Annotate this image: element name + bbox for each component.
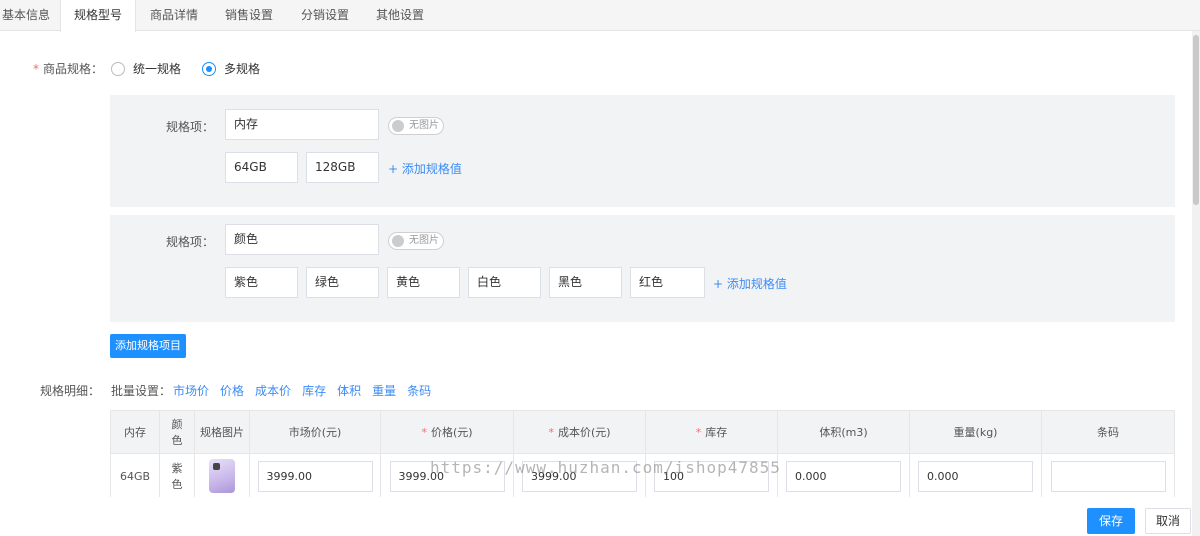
spec-value-input[interactable]: 黄色	[387, 267, 460, 298]
batch-stock-link[interactable]: 库存	[302, 382, 326, 399]
radio-circle[interactable]	[111, 61, 125, 76]
cell-color: 紫色	[160, 454, 195, 499]
batch-volume-link[interactable]: 体积	[337, 382, 361, 399]
phone-thumbnail-icon[interactable]	[209, 459, 235, 493]
spec-value-input[interactable]: 绿色	[306, 267, 379, 298]
spec-value-input[interactable]: 64GB	[225, 152, 298, 183]
tab-other-settings[interactable]: 其他设置	[366, 0, 434, 31]
table-header-cell: * 成本价(元)	[514, 411, 646, 454]
market-price-input[interactable]: 3999.00	[257, 460, 373, 492]
weight-input[interactable]: 0.000	[918, 460, 1033, 492]
tab-distribution-settings[interactable]: 分销设置	[291, 0, 359, 31]
batch-label: 批量设置：	[111, 384, 172, 398]
spec-item-panel-memory: 规格项： 内存 无图片 64GB 128GB + 添加规格值	[110, 95, 1175, 207]
radio-multi-spec[interactable]: 多规格	[202, 60, 260, 77]
spec-item-label: 规格项：	[166, 235, 215, 249]
image-toggle[interactable]: 无图片	[388, 117, 444, 135]
cell-spec-image[interactable]	[195, 454, 250, 499]
required-mark: *	[695, 425, 702, 439]
batch-price-link[interactable]: 价格	[220, 382, 244, 399]
spec-type-label-text: 商品规格：	[43, 62, 104, 76]
add-spec-value-link[interactable]: + 添加规格值	[388, 160, 462, 177]
tab-product-details[interactable]: 商品详情	[140, 0, 208, 31]
spec-item-panel-color: 规格项： 颜色 无图片 紫色 绿色 黄色 白色 黑色 红色 + 添加规格值	[110, 215, 1175, 322]
tab-basic-info[interactable]: 基本信息	[0, 0, 52, 31]
table-header-cell: * 库存	[646, 411, 778, 454]
table-header-cell: 体积(m3)	[778, 411, 910, 454]
table-header-cell: 条码	[1042, 411, 1175, 454]
add-spec-value-link[interactable]: + 添加规格值	[713, 275, 787, 292]
tab-spec-model[interactable]: 规格型号	[60, 0, 136, 32]
barcode-input[interactable]	[1050, 460, 1166, 492]
toggle-label: 无图片	[409, 235, 439, 246]
required-mark: *	[548, 425, 554, 439]
toggle-knob	[392, 120, 404, 132]
table-header-cell: 市场价(元)	[250, 411, 381, 454]
toggle-label: 无图片	[409, 120, 439, 131]
header-text: 库存	[705, 426, 728, 439]
save-button[interactable]: 保存	[1087, 508, 1135, 534]
required-mark: *	[33, 62, 39, 76]
spec-value-input[interactable]: 红色	[630, 267, 705, 298]
batch-weight-link[interactable]: 重量	[372, 382, 396, 399]
scrollbar[interactable]	[1192, 31, 1200, 536]
radio-label: 统一规格	[133, 62, 182, 76]
batch-settings: 批量设置： 市场价 价格 成本价 库存 体积 重量 条码	[111, 382, 431, 399]
tab-bar: 基本信息 规格型号 商品详情 销售设置 分销设置 其他设置	[0, 0, 1200, 32]
toggle-knob	[392, 235, 404, 247]
radio-circle[interactable]	[202, 61, 216, 76]
cell-weight: 0.000	[910, 454, 1042, 499]
image-toggle[interactable]: 无图片	[388, 232, 444, 250]
add-spec-item-button[interactable]: 添加规格项目	[110, 334, 186, 358]
batch-barcode-link[interactable]: 条码	[407, 382, 431, 399]
spec-value-input[interactable]: 紫色	[225, 267, 298, 298]
table-header-cell: * 价格(元)	[381, 411, 514, 454]
radio-unified-spec[interactable]: 统一规格	[111, 60, 181, 77]
volume-input[interactable]: 0.000	[786, 460, 901, 492]
tab-sales-settings[interactable]: 销售设置	[215, 0, 283, 31]
spec-detail-label: 规格明细：	[40, 384, 101, 398]
scrollbar-thumb[interactable]	[1193, 35, 1199, 205]
cell-memory: 64GB	[111, 454, 160, 499]
header-text: 成本价(元)	[557, 426, 611, 439]
table-header-cell: 重量(kg)	[910, 411, 1042, 454]
cell-volume: 0.000	[778, 454, 910, 499]
spec-value-input[interactable]: 白色	[468, 267, 541, 298]
spec-value-input[interactable]: 128GB	[306, 152, 379, 183]
cancel-button[interactable]: 取消	[1145, 508, 1191, 534]
spec-item-label: 规格项：	[166, 120, 215, 134]
cell-barcode	[1042, 454, 1175, 499]
spec-detail-table: 内存 颜色 规格图片 市场价(元) * 价格(元) * 成本价(元) * 库存 体积(…	[110, 410, 1175, 499]
table-header-row: 内存 颜色 规格图片 市场价(元) * 价格(元) * 成本价(元) * 库存 体积(…	[111, 411, 1175, 454]
table-header-cell: 颜色	[160, 411, 195, 454]
table-header-cell: 规格图片	[195, 411, 250, 454]
required-mark: *	[421, 425, 427, 439]
spec-type-label: * 商品规格：	[33, 60, 103, 77]
watermark-text: https://www.huzhan.com/ishop47855	[430, 458, 781, 477]
table-header-cell: 内存	[111, 411, 160, 454]
header-text: 价格(元)	[430, 426, 473, 439]
spec-value-input[interactable]: 黑色	[549, 267, 622, 298]
footer-bar	[0, 497, 1192, 536]
batch-cost-link[interactable]: 成本价	[255, 382, 291, 399]
radio-label: 多规格	[224, 62, 261, 76]
spec-item-name-input[interactable]: 内存	[225, 109, 379, 140]
cell-market-price: 3999.00	[250, 454, 381, 499]
spec-item-name-input[interactable]: 颜色	[225, 224, 379, 255]
batch-market-price-link[interactable]: 市场价	[173, 382, 209, 399]
